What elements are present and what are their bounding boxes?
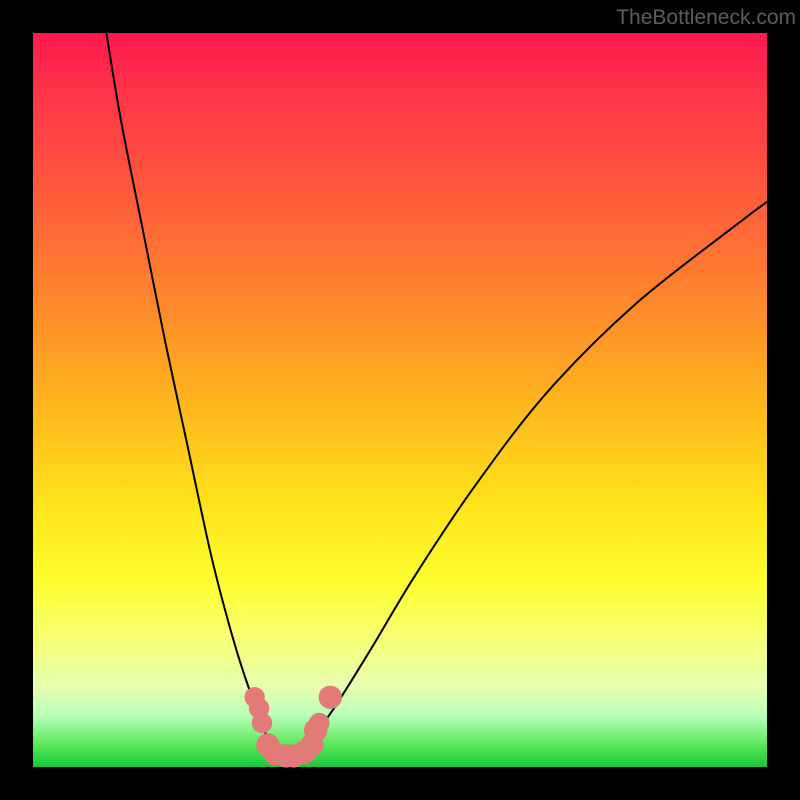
curve-left-branch bbox=[106, 33, 282, 756]
plot-area bbox=[33, 33, 767, 767]
watermark-text: TheBottleneck.com bbox=[616, 6, 796, 30]
valley-marker bbox=[309, 713, 329, 733]
curve-lines bbox=[106, 33, 767, 756]
chart-frame: TheBottleneck.com bbox=[0, 0, 800, 800]
valley-marker bbox=[319, 686, 342, 709]
curve-markers bbox=[244, 686, 342, 768]
curve-right-branch bbox=[283, 202, 767, 756]
chart-svg bbox=[33, 33, 767, 767]
valley-marker bbox=[252, 713, 272, 733]
